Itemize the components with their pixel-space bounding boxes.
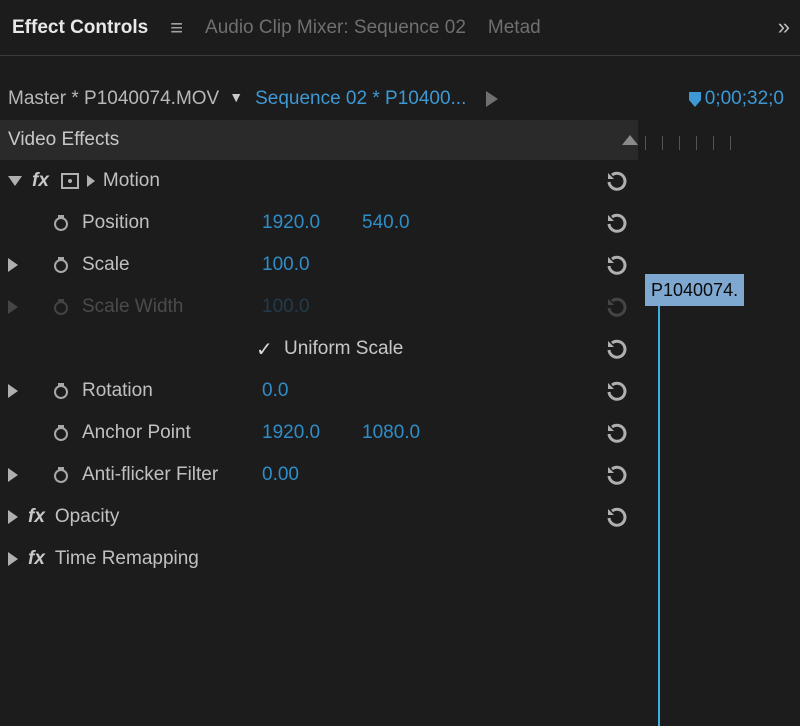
overflow-icon[interactable]: » — [778, 14, 790, 40]
property-scale-label: Scale — [82, 254, 262, 276]
clip-label-chip[interactable]: P1040074. — [645, 274, 744, 306]
stopwatch-icon — [52, 299, 70, 315]
stopwatch-icon[interactable] — [52, 257, 70, 273]
anchor-x-value[interactable]: 1920.0 — [262, 422, 362, 444]
reset-position-button[interactable] — [602, 210, 632, 236]
timecode-display[interactable]: 0;00;32;0 — [687, 88, 784, 110]
timeline-ruler[interactable] — [645, 130, 731, 150]
reset-scale-button[interactable] — [602, 252, 632, 278]
reset-opacity-button[interactable] — [602, 504, 632, 530]
stopwatch-icon[interactable] — [52, 425, 70, 441]
panel-menu-icon[interactable]: ≡ — [164, 15, 189, 41]
twirl-right-icon[interactable] — [8, 510, 18, 524]
effect-opacity-label[interactable]: Opacity — [55, 506, 119, 528]
stopwatch-icon[interactable] — [52, 467, 70, 483]
fx-badge-icon[interactable]: fx — [28, 548, 45, 570]
rotation-value[interactable]: 0.0 — [262, 380, 362, 402]
timecode-text: 0;00;32;0 — [705, 88, 784, 110]
property-anchor-label: Anchor Point — [82, 422, 262, 444]
scale-width-value: 100.0 — [262, 296, 362, 318]
master-clip-path: Master * P1040074.MOV — [8, 88, 219, 110]
play-icon[interactable] — [486, 91, 498, 107]
reset-uniform-button[interactable] — [602, 336, 632, 362]
uniform-scale-label[interactable]: Uniform Scale — [284, 338, 403, 360]
tab-effect-controls[interactable]: Effect Controls — [6, 13, 154, 43]
playhead-line[interactable] — [658, 306, 660, 726]
antiflicker-value[interactable]: 0.00 — [262, 464, 362, 486]
effect-time-remapping-label[interactable]: Time Remapping — [55, 548, 199, 570]
anchor-y-value[interactable]: 1080.0 — [362, 422, 462, 444]
stopwatch-icon[interactable] — [52, 215, 70, 231]
property-rotation-label: Rotation — [82, 380, 262, 402]
checkmark-icon[interactable]: ✓ — [256, 337, 276, 362]
reset-anchor-button[interactable] — [602, 420, 632, 446]
twirl-down-icon[interactable] — [8, 176, 22, 186]
tab-audio-clip-mixer[interactable]: Audio Clip Mixer: Sequence 02 — [199, 13, 472, 43]
twirl-right-icon — [8, 300, 18, 314]
property-scale-width-label: Scale Width — [82, 296, 262, 318]
twirl-right-icon[interactable] — [8, 384, 18, 398]
twirl-right-icon[interactable] — [8, 552, 18, 566]
motion-target-icon[interactable] — [59, 172, 81, 190]
fx-badge-icon[interactable]: fx — [32, 170, 49, 192]
property-position-label: Position — [82, 212, 262, 234]
twirl-right-icon[interactable] — [8, 258, 18, 272]
position-x-value[interactable]: 1920.0 — [262, 212, 362, 234]
property-antiflicker-label: Anti-flicker Filter — [82, 464, 262, 486]
sequence-clip-link[interactable]: Sequence 02 * P10400... — [255, 88, 466, 110]
fx-badge-icon[interactable]: fx — [28, 506, 45, 528]
twirl-right-icon[interactable] — [8, 468, 18, 482]
section-video-effects: Video Effects — [8, 129, 119, 151]
effect-motion-label[interactable]: Motion — [103, 170, 160, 192]
tab-metadata[interactable]: Metad — [482, 13, 547, 43]
reset-rotation-button[interactable] — [602, 378, 632, 404]
position-y-value[interactable]: 540.0 — [362, 212, 462, 234]
reset-motion-button[interactable] — [602, 168, 632, 194]
dropdown-arrow-icon[interactable]: ▼ — [229, 89, 243, 105]
clip-label-text: P1040074. — [651, 280, 738, 301]
scale-value[interactable]: 100.0 — [262, 254, 362, 276]
chevron-right-icon — [87, 175, 95, 187]
collapse-up-icon[interactable] — [622, 135, 638, 145]
reset-scale-width-button[interactable] — [602, 294, 632, 320]
stopwatch-icon[interactable] — [52, 383, 70, 399]
reset-antiflicker-button[interactable] — [602, 462, 632, 488]
playhead-marker-icon[interactable] — [687, 90, 703, 108]
